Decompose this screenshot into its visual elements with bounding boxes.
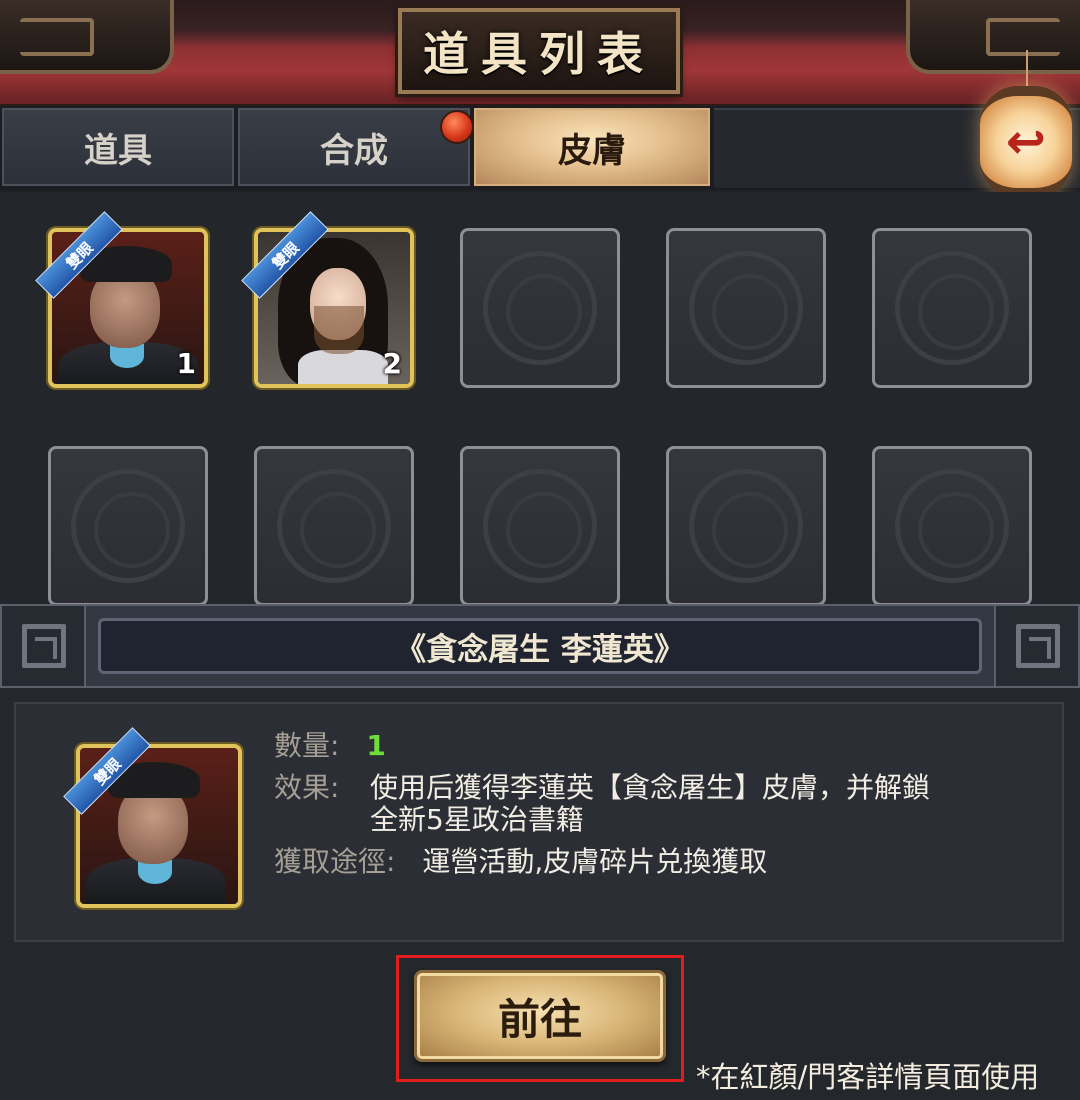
empty-slot: [460, 446, 620, 604]
empty-slot: [666, 228, 826, 388]
dragon-emblem-icon: [71, 469, 185, 583]
dragon-emblem-icon: [895, 469, 1009, 583]
header-corner-ornament-right: [906, 0, 1080, 74]
dragon-emblem-icon: [689, 251, 803, 365]
back-arrow-icon: ↩: [1005, 114, 1047, 170]
source-label: 獲取途徑:: [274, 845, 396, 878]
tab-synthesis[interactable]: 合成: [238, 108, 470, 186]
title-plaque: 道具列表: [398, 8, 680, 94]
dragon-emblem-icon: [277, 469, 391, 583]
effect-text-line1: 使用后獲得李蓮英【貪念屠生】皮膚，并解鎖: [370, 771, 931, 804]
skin-slot-1[interactable]: 雙眼 1: [35, 211, 208, 388]
dragon-emblem-icon: [483, 469, 597, 583]
effect-label: 效果:: [274, 771, 340, 804]
item-count: 1: [176, 347, 196, 380]
empty-slot: [460, 228, 620, 388]
dragon-emblem-icon: [689, 469, 803, 583]
notification-dot-icon: [440, 110, 474, 144]
quantity-row: 數量: 1: [274, 730, 386, 762]
item-count: 2: [382, 347, 402, 380]
quantity-label: 數量:: [274, 729, 340, 762]
empty-slot: [872, 228, 1032, 388]
empty-slot: [48, 446, 208, 604]
usage-note: *在紅顏/門客詳情頁面使用: [696, 1060, 1040, 1094]
page-title: 道具列表: [423, 27, 655, 81]
tab-items[interactable]: 道具: [2, 108, 234, 186]
go-button[interactable]: 前往: [414, 970, 666, 1062]
header-corner-ornament-left: [0, 0, 174, 74]
effect-text-line2: 全新5星政治書籍: [370, 803, 584, 836]
empty-slot: [872, 446, 1032, 604]
back-button[interactable]: ↩: [980, 86, 1072, 198]
lantern-cord: [1026, 50, 1028, 90]
selected-item-name: 《貪念屠生 李蓮英》: [98, 618, 982, 674]
skin-grid: 雙眼 1 雙眼 2: [0, 192, 1080, 604]
source-value: 運營活動,皮膚碎片兑換獲取: [422, 845, 768, 878]
effect-row: 效果:: [274, 772, 339, 804]
empty-slot: [666, 446, 826, 604]
skin-slot-2[interactable]: 雙眼 2: [241, 211, 414, 388]
fret-ornament-right: [994, 604, 1080, 688]
empty-slot: [254, 446, 414, 604]
dragon-emblem-icon: [483, 251, 597, 365]
dragon-emblem-icon: [895, 251, 1009, 365]
fret-ornament-left: [0, 604, 86, 688]
quantity-value: 1: [366, 729, 386, 762]
tab-bar: 道具 合成 皮膚: [0, 106, 1080, 190]
tab-skins[interactable]: 皮膚: [474, 108, 710, 186]
source-row: 獲取途徑: 運營活動,皮膚碎片兑換獲取: [274, 846, 767, 878]
selected-item-icon: 雙眼: [63, 727, 242, 908]
